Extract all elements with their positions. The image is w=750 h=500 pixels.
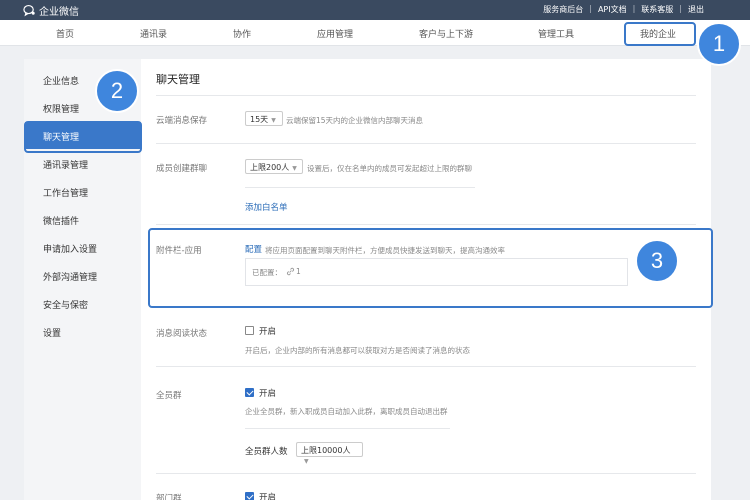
all-member-group-checkbox[interactable] [245,388,254,397]
nav-collaboration[interactable]: 协作 [233,27,251,40]
nav-app-management[interactable]: 应用管理 [317,27,353,40]
nav-contacts[interactable]: 通讯录 [140,27,167,40]
sidebar-item-external-communication[interactable]: 外部沟通管理 [43,270,97,283]
add-whitelist-link[interactable]: 添加白名单 [245,201,288,213]
step-badge-2: 2 [95,69,139,113]
link-contact-support[interactable]: 联系客服 [635,4,679,15]
department-group-option: 开启 [259,493,277,500]
chevron-down-icon: ▼ [271,117,276,124]
chevron-down-icon: ▼ [292,165,297,172]
cloud-retention-label: 云端消息保存 [156,116,208,126]
top-links: 服务商后台 | API文档 | 联系客服 | 退出 [537,4,710,15]
sidebar-item-contacts-management[interactable]: 通讯录管理 [43,158,88,171]
nav-home[interactable]: 首页 [56,27,74,40]
sidebar-item-company-info[interactable]: 企业信息 [43,74,79,87]
department-group-label: 部门群 [156,494,182,500]
sidebar-item-join-settings[interactable]: 申请加入设置 [43,242,97,255]
brand[interactable]: 企业微信 [23,3,79,18]
divider [156,473,696,474]
read-status-checkbox[interactable] [245,326,254,335]
read-status-hint: 开启后，企业内部的所有消息都可以获取对方是否阅读了消息的状态 [245,346,470,355]
nav-customers[interactable]: 客户与上下游 [419,27,473,40]
group-creation-label: 成员创建群聊 [156,164,208,174]
cloud-retention-hint: 云端保留15天内的企业微信内部聊天消息 [286,116,424,125]
select-value: 上限10000人 [301,446,351,455]
all-member-group-size-label: 全员群人数 [245,447,288,457]
link-api-docs[interactable]: API文档 [592,4,633,15]
separator: | [589,4,592,13]
all-member-group-hint: 企业全员群，新入职成员自动加入此群，离职成员自动退出群 [245,407,448,416]
all-member-group-size-select[interactable]: 上限10000人 ▼ [296,442,363,465]
separator: | [679,4,682,13]
sidebar-item-permissions[interactable]: 权限管理 [43,102,79,115]
sidebar-item-settings[interactable]: 设置 [43,326,61,339]
link-provider-console[interactable]: 服务商后台 [537,4,589,15]
nav-tools[interactable]: 管理工具 [538,27,574,40]
divider [245,428,450,429]
all-member-group-option: 开启 [259,389,277,399]
sidebar-item-security[interactable]: 安全与保密 [43,298,88,311]
highlight-attachment-bar [148,228,713,308]
divider [156,143,696,144]
wecom-logo-icon [23,4,35,17]
select-value: 上限200人 [250,163,290,172]
chevron-down-icon: ▼ [304,458,309,465]
highlight-my-company [624,22,696,46]
highlight-chat-management [24,121,142,153]
step-badge-3: 3 [635,239,679,283]
group-limit-hint: 设置后，仅在名单内的成员可发起超过上限的群聊 [307,164,472,173]
select-value: 15天 [250,115,269,124]
read-status-label: 消息阅读状态 [156,329,208,339]
separator: | [632,4,636,13]
link-logout[interactable]: 退出 [682,4,710,15]
divider [156,366,696,367]
sidebar-item-workbench[interactable]: 工作台管理 [43,186,88,199]
cloud-retention-select[interactable]: 15天 ▼ [245,111,283,126]
all-member-group-label: 全员群 [156,391,182,401]
page-title: 聊天管理 [156,73,200,86]
read-status-option: 开启 [259,327,277,337]
divider [245,187,475,188]
divider [156,224,696,225]
group-limit-select[interactable]: 上限200人 ▼ [245,159,303,174]
department-group-checkbox[interactable] [245,492,254,500]
step-badge-1: 1 [697,22,741,66]
sidebar-item-wechat-plugin[interactable]: 微信插件 [43,214,79,227]
top-bar: 企业微信 服务商后台 | API文档 | 联系客服 | 退出 [0,0,750,20]
brand-name: 企业微信 [39,7,79,18]
divider [156,95,696,96]
